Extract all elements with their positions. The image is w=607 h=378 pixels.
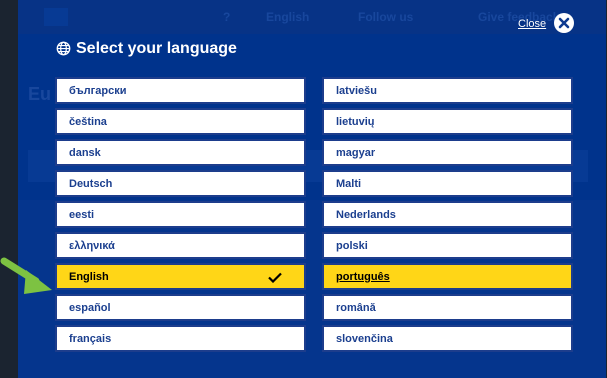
language-label: português <box>336 270 390 283</box>
language-option-danish[interactable]: dansk <box>55 139 306 166</box>
language-option-german[interactable]: Deutsch <box>55 170 306 197</box>
language-option-maltese[interactable]: Malti <box>322 170 573 197</box>
dialog-title: Select your language <box>56 40 237 58</box>
dialog-title-text: Select your language <box>76 40 237 57</box>
language-option-bulgarian[interactable]: български <box>55 77 306 104</box>
language-label: eesti <box>69 208 95 221</box>
language-label: latviešu <box>336 84 377 97</box>
language-option-portuguese[interactable]: português <box>322 263 573 290</box>
language-label: English <box>69 270 109 283</box>
checkmark-icon <box>268 272 282 283</box>
language-label: lietuvių <box>336 115 375 128</box>
language-label: română <box>336 301 376 314</box>
language-option-czech[interactable]: čeština <box>55 108 306 135</box>
pointer-arrow-icon <box>0 257 52 294</box>
language-label: ελληνικά <box>69 239 115 252</box>
close-icon[interactable] <box>553 12 575 34</box>
language-column-left: български čeština dansk Deutsch eesti ελ… <box>55 77 306 356</box>
language-label: Malti <box>336 177 362 190</box>
language-label: français <box>69 332 112 345</box>
language-option-estonian[interactable]: eesti <box>55 201 306 228</box>
language-label: polski <box>336 239 368 252</box>
language-option-spanish[interactable]: español <box>55 294 306 321</box>
close-link[interactable]: Close <box>518 18 546 30</box>
language-option-romanian[interactable]: română <box>322 294 573 321</box>
language-label: български <box>69 84 127 97</box>
language-column-right: latviešu lietuvių magyar Malti Nederland… <box>322 77 573 356</box>
language-option-latvian[interactable]: latviešu <box>322 77 573 104</box>
language-option-polish[interactable]: polski <box>322 232 573 259</box>
language-label: čeština <box>69 115 107 128</box>
language-option-lithuanian[interactable]: lietuvių <box>322 108 573 135</box>
language-label: magyar <box>336 146 376 159</box>
globe-icon <box>56 41 71 56</box>
language-label: Nederlands <box>336 208 396 221</box>
language-option-dutch[interactable]: Nederlands <box>322 201 573 228</box>
language-label: dansk <box>69 146 101 159</box>
language-option-greek[interactable]: ελληνικά <box>55 232 306 259</box>
language-option-french[interactable]: français <box>55 325 306 352</box>
language-option-hungarian[interactable]: magyar <box>322 139 573 166</box>
language-option-english[interactable]: English <box>55 263 306 290</box>
language-label: español <box>69 301 111 314</box>
language-label: slovenčina <box>336 332 393 345</box>
language-option-slovak[interactable]: slovenčina <box>322 325 573 352</box>
language-label: Deutsch <box>69 177 113 190</box>
